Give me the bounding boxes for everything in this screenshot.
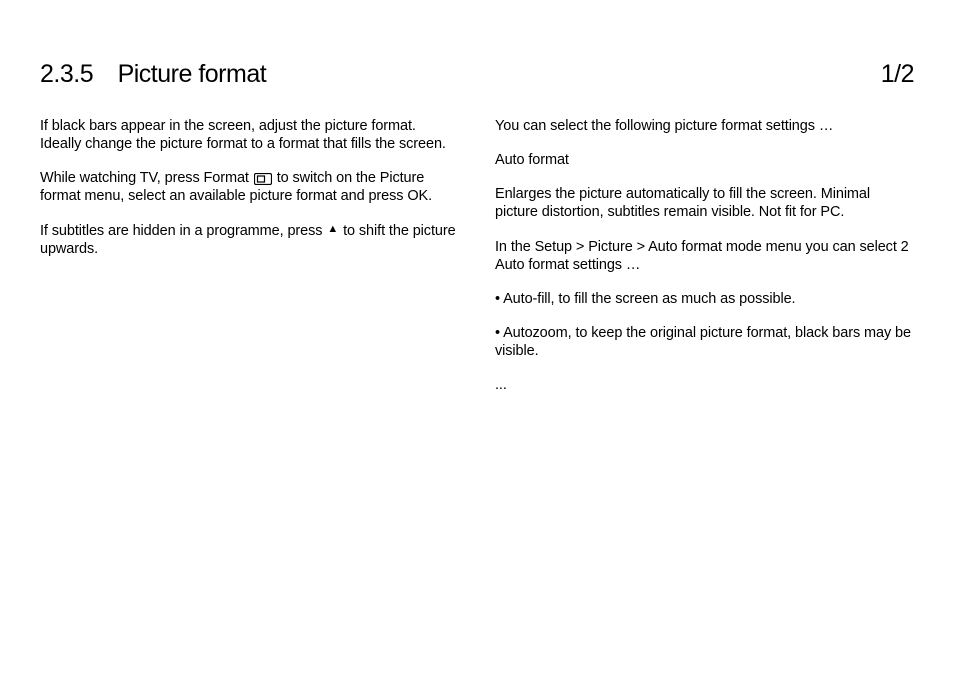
text-fragment: If subtitles are hidden in a programme, …: [40, 223, 326, 239]
heading-group: 2.3.5 Picture format: [40, 60, 266, 89]
content-columns: If black bars appear in the screen, adju…: [40, 117, 914, 394]
paragraph: While watching TV, press Format to switc…: [40, 169, 459, 205]
format-icon: [254, 169, 272, 187]
page-header: 2.3.5 Picture format 1/2: [40, 60, 914, 89]
left-column: If black bars appear in the screen, adju…: [40, 117, 459, 394]
text-fragment: While watching TV, press Format: [40, 170, 253, 186]
paragraph: Enlarges the picture automatically to fi…: [495, 185, 914, 221]
paragraph: In the Setup > Picture > Auto format mod…: [495, 238, 914, 274]
paragraph: You can select the following picture for…: [495, 117, 914, 135]
paragraph: • Auto-fill, to fill the screen as much …: [495, 290, 914, 308]
paragraph: • Autozoom, to keep the original picture…: [495, 324, 914, 360]
paragraph: ...: [495, 376, 914, 394]
right-column: You can select the following picture for…: [495, 117, 914, 394]
section-title: Picture format: [118, 60, 267, 89]
paragraph: Auto format: [495, 151, 914, 169]
paragraph: If subtitles are hidden in a programme, …: [40, 222, 459, 258]
page-indicator: 1/2: [881, 60, 914, 89]
manual-page: 2.3.5 Picture format 1/2 If black bars a…: [0, 0, 954, 675]
section-number: 2.3.5: [40, 60, 93, 89]
up-arrow-icon: ▲: [327, 223, 338, 237]
paragraph: If black bars appear in the screen, adju…: [40, 117, 459, 153]
